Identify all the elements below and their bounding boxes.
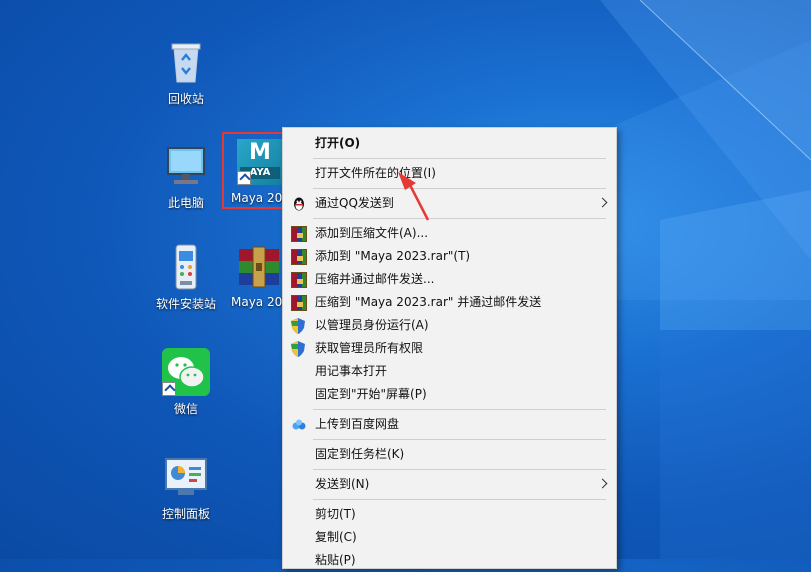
- menu-separator: [313, 409, 606, 410]
- menu-item-pin-to-start[interactable]: 固定到"开始"屏幕(P): [283, 383, 616, 406]
- menu-item-label: 压缩并通过邮件发送...: [315, 272, 435, 286]
- computer-icon: [162, 142, 210, 190]
- menu-item-send-to[interactable]: 发送到(N): [283, 473, 616, 496]
- menu-item-label: 固定到任务栏(K): [315, 447, 405, 461]
- menu-item-label: 获取管理员所有权限: [315, 341, 424, 355]
- control-panel-label: 控制面板: [161, 507, 210, 521]
- desktop-icon-recycle-bin[interactable]: 回收站: [146, 38, 226, 107]
- menu-item-add-to-maya-rar[interactable]: 添加到 "Maya 2023.rar"(T): [283, 245, 616, 268]
- wechat-label: 微信: [173, 402, 198, 416]
- menu-separator: [313, 218, 606, 219]
- menu-item-label: 打开(O): [315, 136, 361, 150]
- menu-item-open-with-notepad[interactable]: 用记事本打开: [283, 360, 616, 383]
- menu-separator: [313, 188, 606, 189]
- menu-item-label: 固定到"开始"屏幕(P): [315, 387, 427, 401]
- menu-item-label: 剪切(T): [315, 507, 356, 521]
- rar-archive-icon: [235, 243, 283, 291]
- menu-item-pin-to-taskbar[interactable]: 固定到任务栏(K): [283, 443, 616, 466]
- menu-item-open[interactable]: 打开(O): [283, 132, 616, 155]
- menu-separator: [313, 499, 606, 500]
- menu-separator: [313, 469, 606, 470]
- winrar-icon: [291, 272, 307, 288]
- uac-shield-icon: [291, 318, 307, 334]
- menu-item-label: 压缩到 "Maya 2023.rar" 并通过邮件发送: [315, 295, 542, 309]
- menu-item-compress-to-maya-rar-and-email[interactable]: 压缩到 "Maya 2023.rar" 并通过邮件发送: [283, 291, 616, 314]
- menu-item-compress-and-email[interactable]: 压缩并通过邮件发送...: [283, 268, 616, 291]
- menu-item-label: 用记事本打开: [315, 364, 388, 378]
- desktop-icon-this-pc[interactable]: 此电脑: [146, 142, 226, 211]
- menu-item-label: 上传到百度网盘: [315, 417, 400, 431]
- menu-item-run-as-admin[interactable]: 以管理员身份运行(A): [283, 314, 616, 337]
- this-pc-label: 此电脑: [167, 196, 204, 210]
- menu-item-label: 以管理员身份运行(A): [315, 318, 429, 332]
- recycle-bin-label: 回收站: [167, 92, 204, 106]
- baidu-netdisk-icon: [291, 417, 307, 433]
- menu-item-open-file-location[interactable]: 打开文件所在的位置(I): [283, 162, 616, 185]
- menu-item-label: 通过QQ发送到: [315, 196, 394, 210]
- menu-item-send-via-qq[interactable]: 通过QQ发送到: [283, 192, 616, 215]
- wechat-icon: [162, 348, 210, 396]
- desktop-icon-software-station[interactable]: 软件安装站: [146, 243, 226, 312]
- menu-item-label: 复制(C): [315, 530, 357, 544]
- winrar-icon: [291, 249, 307, 265]
- recycle-bin-icon: [162, 38, 210, 86]
- menu-item-take-ownership[interactable]: 获取管理员所有权限: [283, 337, 616, 360]
- menu-item-upload-baidu-netdisk[interactable]: 上传到百度网盘: [283, 413, 616, 436]
- menu-item-label: 添加到压缩文件(A)...: [315, 226, 429, 240]
- menu-item-label: 粘贴(P): [315, 553, 356, 567]
- context-menu: 打开(O) 打开文件所在的位置(I) 通过QQ发送到 添加到压缩文件(A)...…: [282, 127, 617, 569]
- menu-separator: [313, 158, 606, 159]
- chevron-right-icon: [597, 197, 608, 208]
- desktop-icon-control-panel[interactable]: 控制面板: [146, 453, 226, 522]
- menu-separator: [313, 439, 606, 440]
- software-station-icon: [162, 243, 210, 291]
- chevron-right-icon: [597, 478, 608, 489]
- menu-item-add-to-archive[interactable]: 添加到压缩文件(A)...: [283, 222, 616, 245]
- winrar-icon: [291, 226, 307, 242]
- desktop-icon-wechat[interactable]: 微信: [146, 348, 226, 417]
- qq-penguin-icon: [291, 196, 307, 212]
- menu-item-cut[interactable]: 剪切(T): [283, 503, 616, 526]
- menu-item-label: 发送到(N): [315, 477, 370, 491]
- control-panel-icon: [162, 453, 210, 501]
- menu-item-label: 打开文件所在的位置(I): [315, 166, 436, 180]
- software-station-label: 软件安装站: [155, 297, 216, 311]
- menu-item-paste[interactable]: 粘贴(P): [283, 549, 616, 572]
- winrar-icon: [291, 295, 307, 311]
- menu-item-copy[interactable]: 复制(C): [283, 526, 616, 549]
- shortcut-arrow-icon: [162, 382, 176, 396]
- menu-item-label: 添加到 "Maya 2023.rar"(T): [315, 249, 471, 263]
- uac-shield-icon: [291, 341, 307, 357]
